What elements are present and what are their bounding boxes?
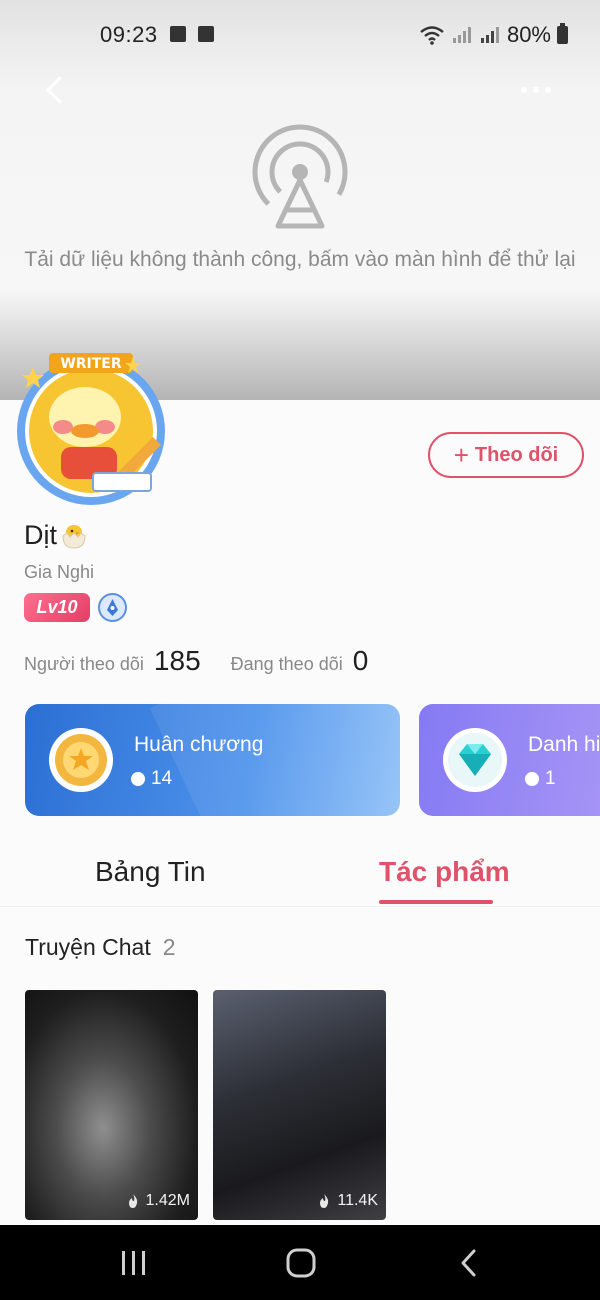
writer-ribbon-text: WRITER <box>60 356 122 372</box>
title-card-label: Danh hi <box>528 733 600 756</box>
medal-mini-icon <box>131 772 145 786</box>
followers-label[interactable]: Người theo dõi <box>24 654 144 675</box>
profile-nickname: Dịt <box>24 520 89 551</box>
follow-button[interactable]: + Theo dõi <box>428 432 584 478</box>
home-icon[interactable] <box>281 1243 321 1283</box>
active-tab-indicator <box>379 900 493 904</box>
diamond-icon <box>443 728 507 792</box>
medal-card-count: 14 <box>131 768 172 790</box>
wifi-icon <box>420 26 444 45</box>
recent-apps-icon[interactable] <box>114 1243 154 1283</box>
tab-feed[interactable]: Bảng Tin <box>95 856 206 888</box>
followers-count[interactable]: 185 <box>154 645 201 677</box>
status-time: 09:23 <box>100 22 158 47</box>
work-thumbnail-1[interactable]: 1.42M <box>25 990 198 1220</box>
section-count: 2 <box>162 934 176 960</box>
chevron-left-icon <box>46 76 62 104</box>
plus-icon: + <box>453 440 469 470</box>
system-navigation-bar <box>0 1225 600 1300</box>
title-count-value: 1 <box>545 768 556 789</box>
medal-card-label: Huân chương <box>134 733 264 756</box>
following-label[interactable]: Đang theo dõi <box>231 654 343 675</box>
follow-button-label: Theo dõi <box>474 443 559 466</box>
hatching-chick-icon <box>62 524 86 549</box>
status-bar: 09:23 80% <box>0 0 600 70</box>
title-card[interactable]: Danh hi 1 <box>419 704 600 816</box>
tab-works[interactable]: Tác phẩm <box>379 856 510 888</box>
fire-icon <box>320 1194 329 1208</box>
work-thumbnail-2[interactable]: 11.4K <box>213 990 386 1220</box>
gallery-icon <box>170 26 186 42</box>
checkbox-icon <box>198 26 214 42</box>
work-views-1: 1.42M <box>126 1192 190 1210</box>
battery-percent: 80% <box>506 22 551 47</box>
follow-stats: Người theo dõi 185 Đang theo dõi 0 <box>24 645 368 679</box>
medal-icon <box>49 728 113 792</box>
broadcast-signal-icon <box>252 124 348 229</box>
work-views-2: 11.4K <box>317 1192 378 1210</box>
writer-badge-icon[interactable] <box>98 593 127 622</box>
more-dots-icon <box>521 87 527 93</box>
section-title-text: Truyện Chat <box>25 934 151 960</box>
tab-divider <box>0 906 600 907</box>
medal-card[interactable]: Huân chương 14 <box>25 704 400 816</box>
section-title: Truyện Chat 2 <box>25 934 176 961</box>
fire-icon <box>128 1194 137 1208</box>
title-card-count: 1 <box>525 768 556 790</box>
medal-count-value: 14 <box>151 768 173 789</box>
back-button[interactable] <box>40 72 72 108</box>
status-right: 80% <box>419 22 568 48</box>
diamond-mini-icon <box>525 772 539 786</box>
work-views-value-1: 1.42M <box>145 1192 190 1209</box>
battery-icon <box>557 23 568 44</box>
signal-strength-icon-2 <box>480 27 499 43</box>
error-message[interactable]: Tải dữ liệu không thành công, bấm vào mà… <box>0 248 600 272</box>
following-count[interactable]: 0 <box>353 645 369 677</box>
level-badge[interactable]: Lv10 <box>24 593 90 622</box>
avatar[interactable]: WRITER <box>5 345 177 507</box>
back-nav-icon[interactable] <box>450 1243 490 1283</box>
nickname-text: Dịt <box>24 520 57 550</box>
work-views-value-2: 11.4K <box>337 1192 378 1209</box>
profile-username: Gia Nghi <box>24 562 95 582</box>
signal-strength-icon-1 <box>452 27 471 43</box>
more-options-button[interactable] <box>515 78 557 102</box>
